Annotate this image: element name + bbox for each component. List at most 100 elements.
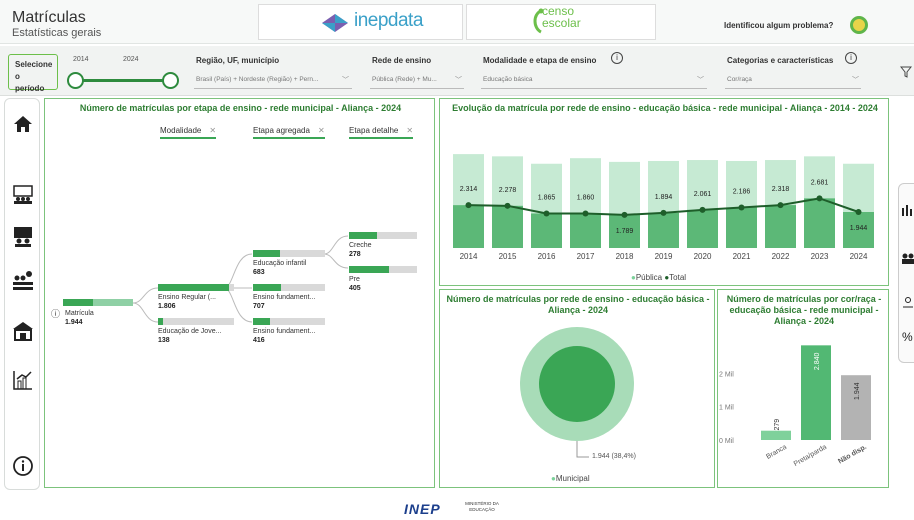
total-point-2020[interactable]: [699, 206, 706, 213]
regiao-dropdown[interactable]: Brasil (País) + Nordeste (Região) + Pern…: [196, 76, 318, 83]
x-tick-label: 2024: [850, 252, 868, 261]
top-bar: Matrículas Estatísticas gerais inepdata …: [0, 0, 914, 44]
help-face-icon[interactable]: [850, 16, 868, 34]
data-label: 279: [774, 419, 781, 431]
tree-node-bar[interactable]: [158, 318, 234, 325]
tree-node-fill: [349, 232, 377, 239]
data-label: 1.865: [538, 194, 556, 201]
total-point-2019[interactable]: [660, 209, 667, 216]
chevron-down-icon[interactable]: ﹀: [697, 75, 704, 85]
period-end-handle[interactable]: [162, 72, 179, 89]
data-label: 1.944: [850, 225, 868, 232]
funnel-icon[interactable]: [900, 66, 912, 78]
tree-node-value: 707: [253, 303, 265, 310]
chevron-down-icon[interactable]: ﹀: [852, 75, 859, 85]
bar-chart-icon[interactable]: [901, 204, 914, 216]
bar-total-2021[interactable]: [726, 207, 757, 248]
data-label: 2.681: [811, 179, 829, 186]
x-tick-label: Preta/parda: [793, 444, 828, 468]
tree-root-fill: [63, 299, 93, 306]
home-icon[interactable]: [12, 113, 34, 135]
inepdata-logo: inepdata: [354, 10, 423, 31]
donut-label: 1.944 (38,4%): [592, 453, 636, 460]
staff-icon[interactable]: [12, 269, 34, 291]
evolution-legend: ●Pública ●Total: [631, 273, 686, 282]
page-subtitle: Estatísticas gerais: [12, 27, 102, 39]
data-label: 1.860: [577, 195, 595, 202]
donut-chart: [520, 327, 634, 458]
bar-total-2017[interactable]: [570, 213, 601, 248]
y-tick-label: 0 Mil: [719, 438, 734, 445]
students-icon[interactable]: [12, 183, 34, 205]
tree-node-label: Educação de Jove...: [158, 328, 222, 335]
info-icon[interactable]: i: [845, 52, 857, 64]
page-title: Matrículas: [12, 9, 86, 26]
percent-icon[interactable]: %: [902, 330, 913, 344]
tree-connectors: [132, 235, 349, 323]
categorias-label: Categorias e características: [727, 56, 834, 65]
bar-total-2023[interactable]: [804, 198, 835, 248]
y-tick-label: 1 Mil: [719, 405, 734, 412]
person-icon[interactable]: [902, 296, 914, 308]
inep-logo: INEP: [404, 501, 441, 517]
total-point-2024[interactable]: [855, 209, 862, 215]
bar-total-2016[interactable]: [531, 213, 562, 248]
period-start-handle[interactable]: [67, 72, 84, 89]
legend-municipal: Municipal: [555, 474, 590, 483]
tree-node-value: 683: [253, 269, 265, 276]
race-bar-0[interactable]: [761, 430, 791, 440]
info-icon[interactable]: ⓘ: [51, 307, 60, 320]
modalidade-dropdown[interactable]: Educação básica: [483, 76, 533, 83]
evolution-chart: 2.314 2014 2.278 2015 1.865 2016 1.860 2017 1.78…: [453, 154, 874, 261]
bar-total-2022[interactable]: [765, 205, 796, 248]
info-icon[interactable]: [12, 455, 34, 477]
data-label: 2.318: [772, 186, 790, 193]
indicator-chart-icon[interactable]: [12, 369, 34, 391]
categorias-dropdown[interactable]: Cor/raça: [727, 76, 752, 83]
total-point-2015[interactable]: [504, 202, 511, 209]
tree-node-fill: [253, 284, 282, 291]
people-icon[interactable]: [901, 252, 914, 264]
problem-label[interactable]: Identificou algum problema?: [724, 21, 833, 30]
rede-dropdown[interactable]: Pública (Rede) + Mu...: [372, 76, 437, 83]
bar-total-2020[interactable]: [687, 209, 718, 248]
tree-node-fill: [349, 266, 390, 273]
chevron-down-icon[interactable]: ﹀: [342, 75, 349, 85]
x-tick-label: Não disp.: [837, 444, 868, 466]
donut-legend[interactable]: ●Municipal: [551, 474, 590, 483]
legend-total[interactable]: Total: [669, 273, 686, 282]
tree-node-label: Creche: [349, 242, 372, 249]
tree-node-fill: [158, 284, 229, 291]
tree-node-value: 138: [158, 337, 170, 344]
regiao-underline: [194, 88, 352, 89]
legend-publica[interactable]: Pública: [636, 273, 662, 282]
tree-root-label: Matrícula: [65, 310, 94, 317]
tree-node-fill: [253, 318, 270, 325]
sidebar: [4, 98, 40, 490]
school-icon[interactable]: [12, 320, 34, 342]
tree-node-label: Educação infantil: [253, 260, 307, 267]
period-slider-track[interactable]: [74, 79, 172, 82]
total-point-2016[interactable]: [543, 210, 550, 217]
total-point-2021[interactable]: [738, 204, 745, 211]
x-tick-label: 2016: [538, 252, 556, 261]
donut-slice-municipal[interactable]: [539, 346, 615, 422]
total-point-2022[interactable]: [777, 202, 784, 209]
total-point-2018[interactable]: [621, 211, 628, 218]
modalidade-underline: [481, 88, 707, 89]
bar-total-2019[interactable]: [648, 212, 679, 248]
total-point-2017[interactable]: [582, 210, 589, 217]
x-tick-label: 2015: [499, 252, 517, 261]
total-point-2014[interactable]: [465, 202, 472, 209]
period-start: 2014: [73, 56, 89, 63]
data-label: 1.789: [616, 228, 634, 235]
y-tick-label: 2 Mil: [719, 371, 734, 378]
teacher-icon[interactable]: [12, 225, 34, 247]
bar-total-2014[interactable]: [453, 205, 484, 248]
data-label: 2.840: [814, 352, 821, 370]
total-point-2023[interactable]: [816, 195, 823, 202]
chevron-down-icon[interactable]: ﹀: [455, 75, 462, 85]
tree-node-value: 416: [253, 337, 265, 344]
info-icon[interactable]: i: [611, 52, 623, 64]
bar-total-2015[interactable]: [492, 205, 523, 248]
